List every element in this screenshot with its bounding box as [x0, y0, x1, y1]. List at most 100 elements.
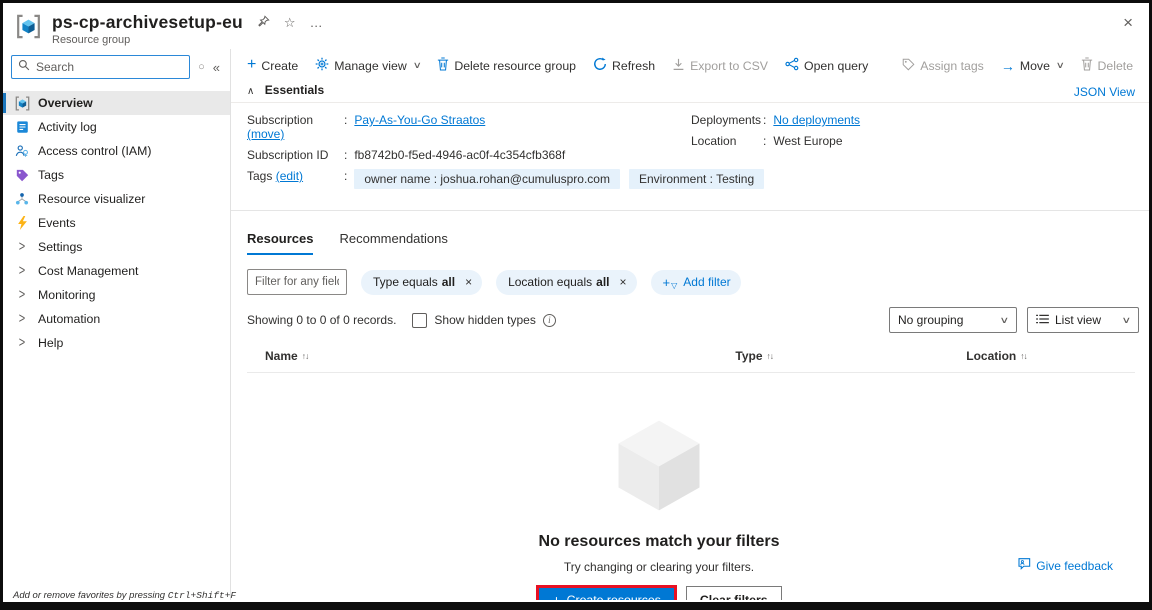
essentials-collapse[interactable]: ∧ Essentials	[247, 81, 324, 99]
records-summary: Showing 0 to 0 of 0 records.	[247, 313, 396, 327]
give-feedback[interactable]: Give feedback	[1015, 557, 1113, 574]
column-header-location[interactable]: Location ↑↓	[966, 349, 1135, 363]
sidebar-item-tags[interactable]: Tags	[3, 163, 230, 187]
sidebar-item-monitoring[interactable]: > Monitoring	[3, 283, 230, 307]
grouping-select[interactable]: No grouping ∨	[889, 307, 1017, 333]
empty-state-heading: No resources match your filters	[231, 533, 1087, 551]
delete-button[interactable]: Delete	[1081, 57, 1134, 74]
chevron-down-icon: ∨	[1056, 60, 1065, 71]
show-hidden-types-checkbox[interactable]	[412, 313, 427, 328]
tags-label: Tags (edit)	[247, 169, 344, 183]
assign-tags-button[interactable]: Assign tags	[902, 58, 984, 74]
refresh-button[interactable]: Refresh	[593, 57, 655, 74]
search-icon	[18, 58, 30, 76]
create-resources-button[interactable]: + Create resources	[539, 588, 674, 600]
column-header-type[interactable]: Type ↑↓	[735, 349, 966, 363]
chevron-down-icon: ∨	[1000, 315, 1010, 326]
lightning-icon	[14, 215, 30, 231]
sidebar-item-cost-management[interactable]: > Cost Management	[3, 259, 230, 283]
sidebar-item-automation[interactable]: > Automation	[3, 307, 230, 331]
feedback-icon	[1015, 557, 1031, 574]
tag-outline-icon	[902, 58, 915, 74]
chevron-right-icon: >	[14, 263, 30, 279]
remove-filter-icon[interactable]: ×	[465, 275, 472, 289]
manage-view-button[interactable]: Manage view ∨	[315, 57, 420, 74]
show-hidden-types-toggle[interactable]: Show hidden types i	[412, 313, 555, 328]
tags-edit-link[interactable]: (edit)	[276, 169, 303, 183]
empty-state: No resources match your filters Try chan…	[231, 417, 1149, 600]
sort-icon: ↑↓	[767, 351, 774, 361]
close-icon[interactable]: ×	[1123, 13, 1133, 33]
remove-filter-icon[interactable]: ×	[620, 275, 627, 289]
sort-icon: ↑↓	[302, 351, 309, 361]
info-icon: i	[543, 314, 556, 327]
sidebar-item-resource-visualizer[interactable]: Resource visualizer	[3, 187, 230, 211]
sidebar-item-help[interactable]: > Help	[3, 331, 230, 355]
tab-bar: Resources Recommendations	[231, 211, 1149, 255]
sidebar-item-settings[interactable]: > Settings	[3, 235, 230, 259]
favorite-star-icon[interactable]: ☆	[284, 16, 296, 29]
essentials-header: ∧ Essentials JSON View	[231, 81, 1149, 103]
overview-icon	[14, 95, 30, 111]
export-csv-button[interactable]: Export to CSV	[672, 58, 768, 74]
chevron-right-icon: >	[14, 335, 30, 351]
sidebar-item-activity-log[interactable]: Activity log	[3, 115, 230, 139]
plus-icon: +	[552, 593, 560, 600]
list-view-icon	[1036, 313, 1049, 327]
plus-icon: +	[663, 276, 671, 289]
plus-icon: +	[247, 57, 256, 73]
titlebar: ps-cp-archivesetup-eu ☆ … Resource group…	[3, 3, 1149, 49]
create-button[interactable]: + Create	[247, 59, 298, 73]
deployments-value-link[interactable]: No deployments	[773, 113, 860, 127]
clear-filters-button[interactable]: Clear filters	[686, 586, 782, 600]
activity-log-icon	[14, 119, 30, 135]
empty-cube-illustration	[615, 501, 703, 518]
sidebar-item-access-control[interactable]: Access control (IAM)	[3, 139, 230, 163]
page-title: ps-cp-archivesetup-eu	[52, 12, 243, 33]
favorites-hint: Add or remove favorites by pressing Ctrl…	[13, 590, 236, 601]
refresh-icon	[593, 57, 607, 74]
filter-pill-location[interactable]: Location equals all ×	[496, 270, 636, 295]
tab-resources[interactable]: Resources	[247, 231, 313, 255]
move-button[interactable]: → Move ∨	[1001, 59, 1064, 73]
empty-state-subtext: Try changing or clearing your filters.	[231, 560, 1087, 574]
chevron-right-icon: >	[14, 287, 30, 303]
subscription-value-link[interactable]: Pay-As-You-Go Straatos	[354, 113, 485, 127]
pin-icon[interactable]	[257, 15, 270, 30]
subscription-id-label: Subscription ID	[247, 148, 344, 162]
download-icon	[672, 58, 685, 74]
give-feedback-link[interactable]: Give feedback	[1036, 559, 1113, 573]
command-bar: + Create Manage view ∨ Delete resource g…	[231, 49, 1149, 81]
sidebar-search[interactable]	[11, 55, 190, 79]
sidebar-item-overview[interactable]: Overview	[3, 91, 230, 115]
open-query-button[interactable]: Open query	[785, 57, 868, 74]
filter-input[interactable]	[247, 269, 347, 295]
delete-resource-group-button[interactable]: Delete resource group	[437, 57, 576, 74]
view-select[interactable]: List view ∨	[1027, 307, 1139, 333]
essentials-section: Subscription (move) : Pay-As-You-Go Stra…	[231, 103, 1149, 200]
json-view-link[interactable]: JSON View	[1074, 85, 1135, 99]
tag-chip-owner[interactable]: owner name : joshua.rohan@cumuluspro.com	[354, 169, 620, 189]
chevron-right-icon: >	[14, 239, 30, 255]
search-input[interactable]	[36, 60, 183, 74]
sidebar-item-events[interactable]: Events	[3, 211, 230, 235]
tag-icon	[14, 167, 30, 183]
column-header-name[interactable]: Name ↑↓	[247, 349, 735, 363]
resource-visualizer-icon	[14, 191, 30, 207]
arrow-right-icon: →	[1001, 59, 1015, 73]
resource-group-window: ps-cp-archivesetup-eu ☆ … Resource group…	[0, 0, 1152, 610]
collapse-sidebar-icon[interactable]: «	[213, 60, 220, 75]
subscription-move-link[interactable]: (move)	[247, 127, 284, 141]
status-circle-icon: ○	[198, 61, 205, 73]
resource-type-label: Resource group	[52, 34, 323, 46]
chevron-down-icon: ∨	[1122, 315, 1132, 326]
filter-pill-type[interactable]: Type equals all ×	[361, 270, 482, 295]
access-control-icon	[14, 143, 30, 159]
subscription-id-value: fb8742b0-f5ed-4946-ac0f-4c354cfb368f	[354, 148, 565, 162]
add-filter-button[interactable]: + ▽ Add filter	[651, 270, 741, 295]
more-options-icon[interactable]: …	[310, 16, 323, 29]
tab-recommendations[interactable]: Recommendations	[339, 231, 447, 255]
sidebar-nav: Overview Activity log Access control (IA…	[3, 91, 230, 355]
caret-up-icon: ∧	[247, 86, 254, 97]
location-value: West Europe	[773, 134, 842, 148]
